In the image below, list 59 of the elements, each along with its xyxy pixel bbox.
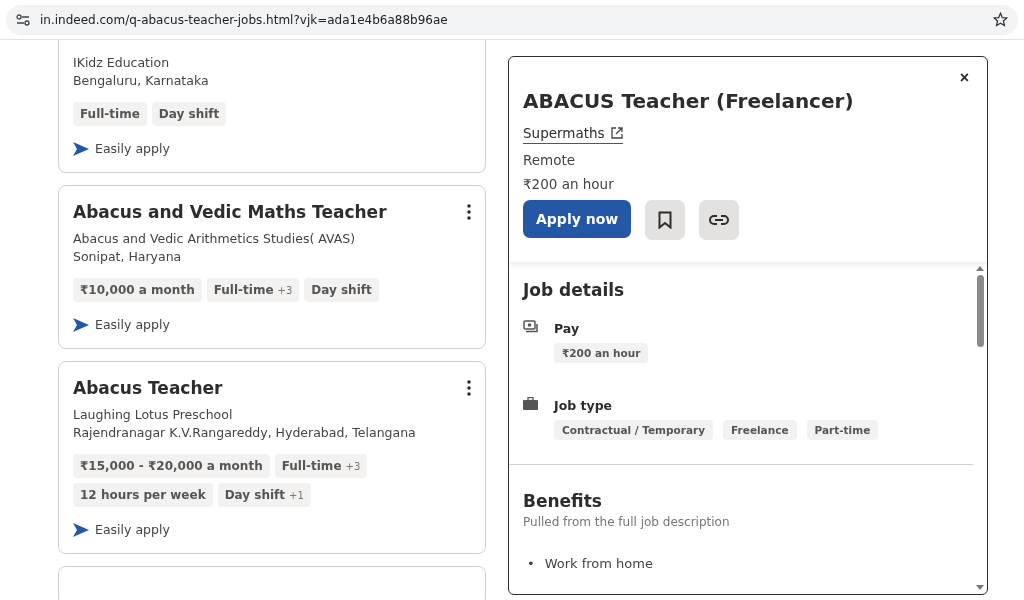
detail-tag: Part-time (806, 420, 879, 440)
job-location: Sonipat, Haryana (73, 248, 183, 266)
detail-tag: Freelance (723, 420, 797, 440)
apply-now-button[interactable]: Apply now (523, 200, 632, 238)
more-options-icon[interactable] (467, 204, 471, 220)
job-location: Rajendranagar K.V.Rangareddy, Hyderabad, Telangana (73, 424, 417, 442)
job-tag: Day shift (151, 102, 227, 126)
job-title[interactable]: Abacus Teacher (73, 378, 223, 398)
url-text: in.indeed.com/q-abacus-teacher-jobs.html?vjk=ada1e4b6a88b96ae (40, 12, 449, 27)
easily-apply-label: Easily apply (95, 316, 170, 334)
job-location: Remote (523, 152, 577, 168)
send-icon (73, 318, 89, 332)
job-title[interactable]: Abacus and Vedic Maths Teacher (73, 202, 387, 222)
company-link[interactable]: Supermaths (523, 125, 623, 144)
bookmark-star-icon[interactable] (993, 12, 1008, 27)
more-options-icon[interactable] (467, 380, 471, 396)
briefcase-icon (523, 397, 538, 410)
job-tag: Day shift +1 (217, 483, 311, 507)
close-button[interactable]: × (955, 69, 973, 87)
job-tag: Day shift (304, 278, 379, 302)
scroll-up-icon[interactable] (976, 266, 984, 271)
bookmark-icon (658, 211, 673, 229)
easily-apply-label: Easily apply (95, 140, 170, 158)
detail-tag: ₹200 an hour (554, 343, 649, 363)
job-pay: ₹200 an hour (523, 176, 615, 192)
send-icon (73, 523, 89, 537)
company-name: Abacus and Vedic Arithmetics Studies( AVAS) (73, 230, 357, 248)
benefit-item: Work from home (544, 555, 653, 573)
company-name: Laughing Lotus Preschool (73, 406, 234, 424)
job-tag: Full-time (73, 102, 147, 126)
job-tag: ₹15,000 - ₹20,000 a month (73, 454, 270, 478)
job-tag: Full-time +3 (274, 454, 368, 478)
company-name: IKidz Education (73, 54, 171, 72)
detail-tag: Contractual / Temporary (554, 420, 714, 440)
job-card[interactable]: Abacus Teacher Laughing Lotus Preschool Rajendranagar K.V.Rangareddy, Hyderabad, Telangana ₹15,000 - ₹20,000 a month Full-time +3 12 hours per week Day shift +1 Easily apply (58, 361, 486, 554)
external-link-icon (610, 127, 623, 139)
section-heading: Benefits (523, 491, 603, 511)
site-settings-icon[interactable] (16, 13, 30, 26)
send-icon (73, 142, 89, 156)
bullet-mark: • (527, 555, 535, 573)
detail-label: Job type (554, 398, 613, 413)
copy-link-button[interactable] (699, 200, 740, 240)
section-heading: Job details (523, 280, 626, 300)
job-location: Bengaluru, Karnataka (73, 72, 210, 90)
section-note: Pulled from the full job description (523, 515, 731, 529)
scroll-down-icon[interactable] (976, 585, 984, 590)
link-icon (709, 214, 730, 226)
job-tag: Full-time +3 (206, 278, 300, 302)
job-card[interactable]: IKidz Education Bengaluru, Karnataka Full-time Day shift Easily apply (58, 40, 486, 173)
job-title: ABACUS Teacher (Freelancer) (523, 89, 855, 113)
detail-label: Pay (554, 321, 580, 336)
save-job-button[interactable] (645, 200, 686, 240)
scrollbar-thumb[interactable] (976, 275, 984, 347)
money-icon (523, 320, 538, 333)
easily-apply-label: Easily apply (95, 521, 170, 539)
address-bar[interactable]: in.indeed.com/q-abacus-teacher-jobs.html?vjk=ada1e4b6a88b96ae (6, 4, 1018, 35)
job-card[interactable]: Abacus and Vedic Maths Teacher Abacus and Vedic Arithmetics Studies( AVAS) Sonipat, Haryana ₹10,000 a month Full-time +3 Day shift Easily apply (58, 185, 486, 349)
job-tag: 12 hours per week (73, 483, 213, 507)
job-tag: ₹10,000 a month (73, 278, 202, 302)
